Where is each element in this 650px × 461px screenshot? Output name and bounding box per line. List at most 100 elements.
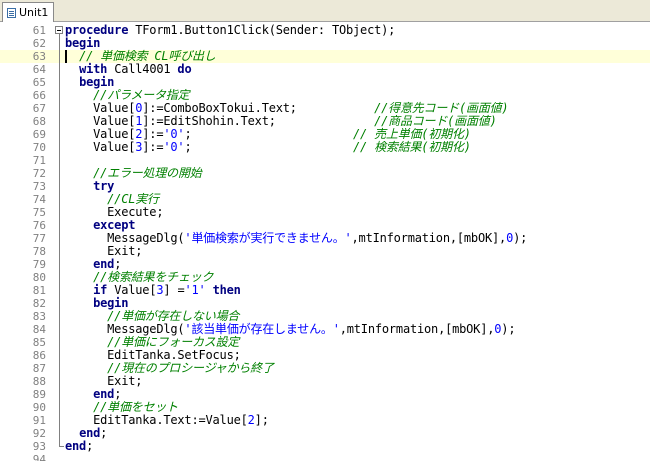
- line-number: 86: [32, 349, 46, 362]
- line-number: 89: [32, 388, 46, 401]
- line-number: 63: [32, 50, 46, 63]
- line-number: 77: [32, 232, 46, 245]
- string-token: '0': [163, 140, 185, 154]
- code-token: ]:=: [142, 127, 164, 141]
- code-token: Exit;: [65, 374, 143, 388]
- code-token: ,mtInformation,[mbOK],: [339, 322, 495, 336]
- line-number: 64: [32, 63, 46, 76]
- code-token: Exit;: [65, 244, 143, 258]
- string-token: '単価検索が実行できません。': [184, 231, 352, 245]
- comment-token: //単価にフォーカス設定: [107, 335, 240, 349]
- code-token: ,mtInformation,[mbOK],: [351, 231, 507, 245]
- code-line[interactable]: 93 end;: [0, 440, 650, 454]
- code-token: Call4001: [107, 62, 178, 76]
- line-number: 74: [32, 193, 46, 206]
- line-number: 76: [32, 219, 46, 232]
- keyword-token: procedure: [65, 23, 129, 37]
- code-token: ;: [184, 140, 354, 154]
- comment-token: // 単価検索 CL呼び出し: [79, 49, 216, 63]
- line-number: 93: [32, 440, 46, 453]
- string-token: '0': [163, 127, 185, 141]
- comment-token: //現在のプロシージャから終了: [107, 361, 274, 375]
- code-token: ] =: [163, 283, 185, 297]
- code-token: EditTanka.Text:=Value[: [65, 413, 248, 427]
- comment-token: // 検索結果(初期化): [353, 140, 471, 154]
- line-number: 73: [32, 180, 46, 193]
- line-number: 78: [32, 245, 46, 258]
- code-token: ;: [114, 257, 122, 271]
- comment-token: //得意先コード(画面値): [374, 101, 509, 115]
- comment-token: //単価をセット: [93, 400, 178, 414]
- comment-token: //パラメータ指定: [93, 88, 190, 102]
- unit-file-icon: [7, 7, 16, 18]
- comment-token: //商品コード(画面値): [374, 114, 497, 128]
- code-text: procedure TForm1.Button1Click(Sender: TO…: [65, 24, 395, 37]
- code-line[interactable]: 70 Value[3]:='0'; // 検索結果(初期化): [0, 141, 650, 155]
- code-line[interactable]: 94: [0, 453, 650, 461]
- line-number: 75: [32, 206, 46, 219]
- keyword-token: begin: [93, 296, 129, 310]
- code-token: MessageDlg(: [65, 322, 185, 336]
- keyword-token: except: [93, 218, 136, 232]
- string-token: '1': [184, 283, 206, 297]
- tab-unit1[interactable]: Unit1: [2, 2, 55, 22]
- code-token: Value[: [65, 101, 136, 115]
- line-number: 62: [32, 37, 46, 50]
- code-token: TForm1.Button1Click(Sender: TObject);: [128, 23, 396, 37]
- keyword-token: end: [93, 257, 115, 271]
- line-number: 90: [32, 401, 46, 414]
- line-number: 81: [32, 284, 46, 297]
- line-number: 65: [32, 76, 46, 89]
- comment-token: //検索結果をチェック: [93, 270, 214, 284]
- line-number: 91: [32, 414, 46, 427]
- line-number: 83: [32, 310, 46, 323]
- comment-token: //単価が存在しない場合: [107, 309, 240, 323]
- line-number: 72: [32, 167, 46, 180]
- tab-label: Unit1: [19, 6, 49, 19]
- code-token: ]:=: [142, 140, 164, 154]
- line-number: 85: [32, 336, 46, 349]
- collapse-fold-icon[interactable]: [55, 26, 63, 34]
- line-number: 80: [32, 271, 46, 284]
- code-token: Value[: [65, 127, 136, 141]
- code-editor[interactable]: 61 procedure TForm1.Button1Click(Sender: …: [0, 22, 650, 461]
- keyword-token: end: [93, 387, 115, 401]
- keyword-token: with: [79, 62, 108, 76]
- code-line[interactable]: 92 end;: [0, 426, 650, 441]
- line-number: 88: [32, 375, 46, 388]
- comment-token: // 売上単価(初期化): [353, 127, 471, 141]
- code-token: ;: [86, 439, 94, 453]
- code-token: );: [501, 322, 516, 336]
- keyword-token: try: [93, 179, 115, 193]
- code-token: Value[: [65, 114, 136, 128]
- line-number: 71: [32, 154, 46, 167]
- code-token: ]:=ComboBoxTokui.Text;: [142, 101, 375, 115]
- keyword-token: begin: [65, 36, 101, 50]
- code-token: ;: [100, 426, 108, 440]
- code-token: Execute;: [65, 205, 164, 219]
- code-token: ];: [254, 413, 269, 427]
- code-token: ;: [184, 127, 354, 141]
- line-number: 82: [32, 297, 46, 310]
- code-text: end;: [65, 440, 93, 453]
- code-token: Value[: [107, 283, 157, 297]
- code-text: Value[3]:='0'; // 検索結果(初期化): [65, 141, 471, 154]
- keyword-token: if: [93, 283, 108, 297]
- line-number: 79: [32, 258, 46, 271]
- fold-end-marker: [59, 446, 64, 447]
- line-number: 70: [32, 141, 46, 154]
- fold-guide-line: [59, 34, 60, 446]
